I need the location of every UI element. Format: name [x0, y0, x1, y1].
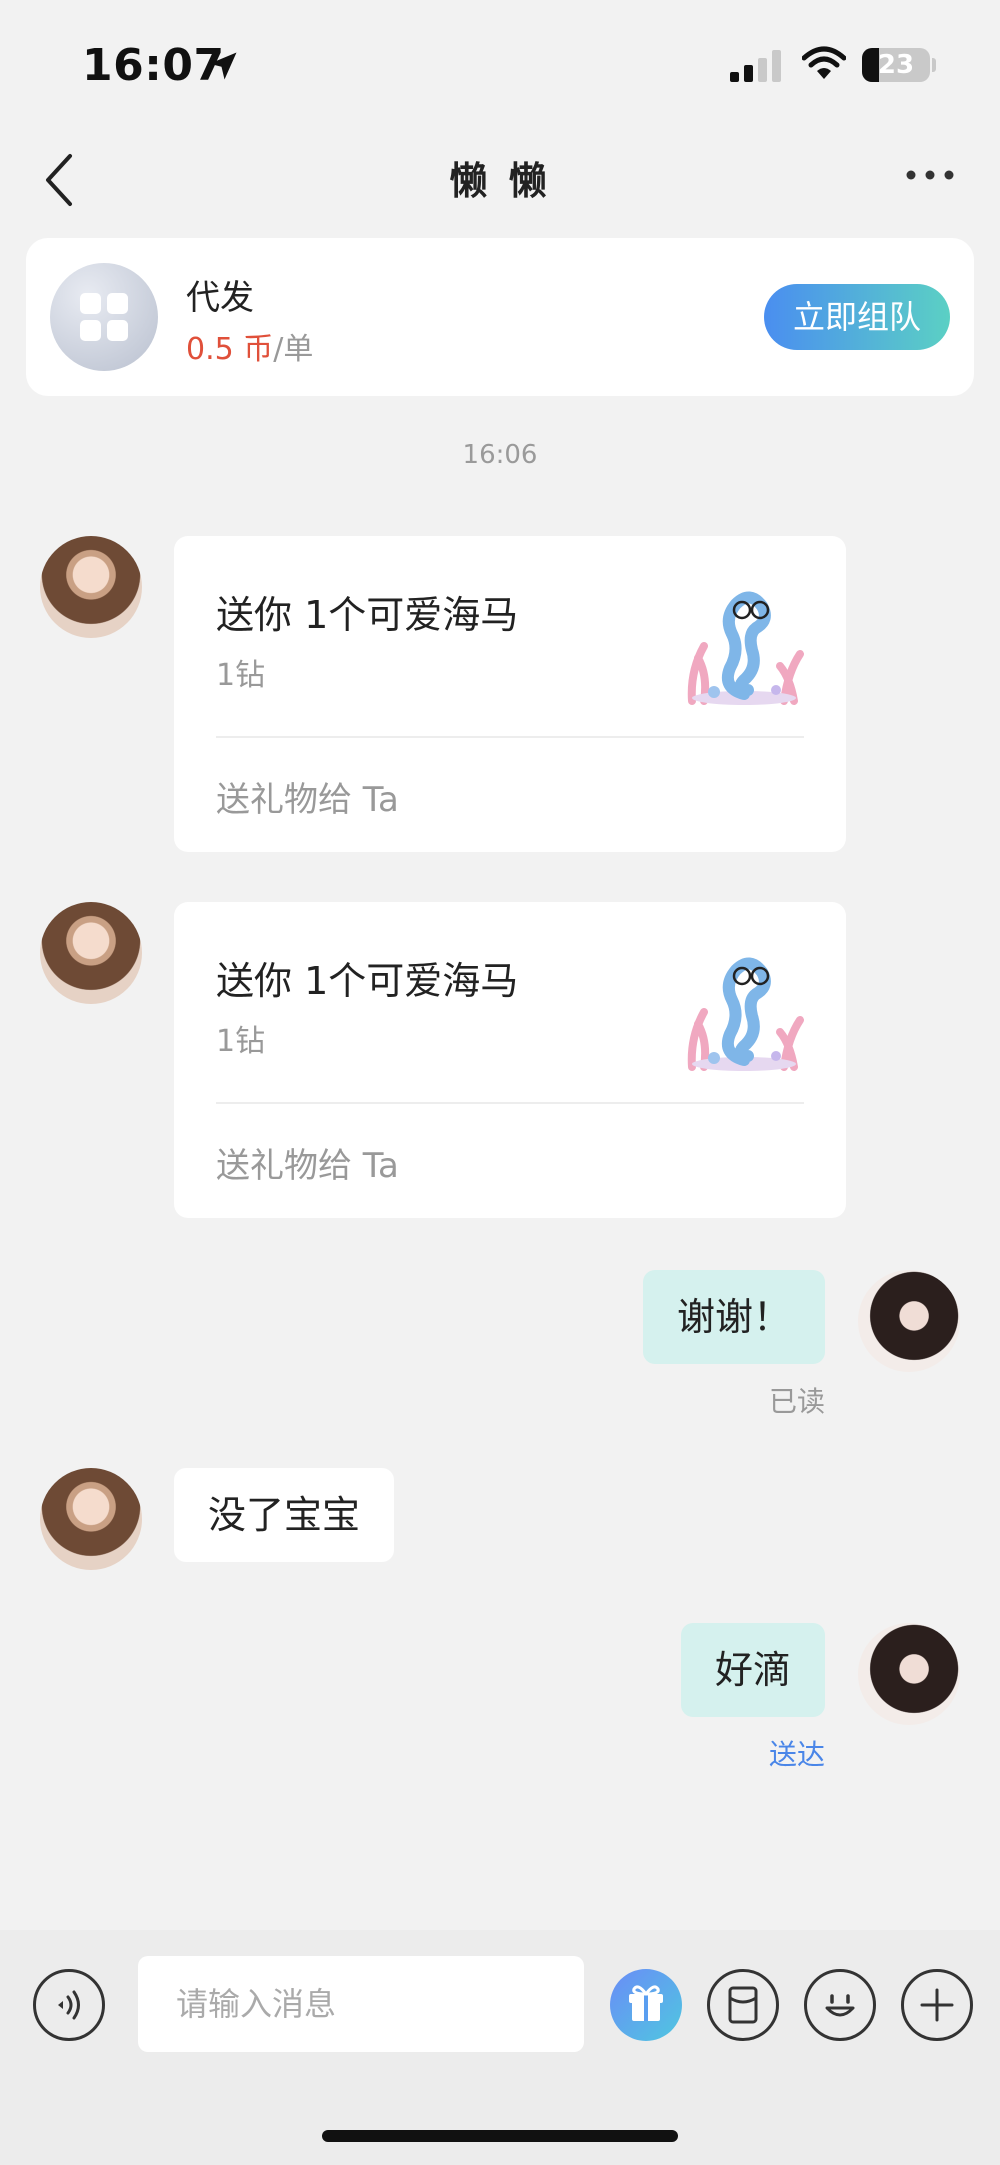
avatar[interactable]	[858, 1270, 960, 1372]
order-price-value: 0.5 币	[186, 332, 274, 367]
status-time: 16:07	[82, 40, 225, 91]
battery-level: 23	[877, 50, 915, 80]
avatar[interactable]	[858, 1623, 960, 1725]
message-input[interactable]	[138, 1956, 584, 2052]
gift-title: 送你 1个可爱海马	[216, 593, 519, 637]
my-message-bubble[interactable]: 谢谢！	[642, 1270, 825, 1364]
plus-icon[interactable]	[901, 1969, 973, 2041]
home-indicator	[322, 2130, 678, 2142]
battery-cap	[932, 58, 936, 72]
status-bar: 16:07 23	[0, 0, 1000, 130]
gift-title: 送你 1个可爱海马	[216, 959, 519, 1003]
seahorse-gift-icon	[687, 957, 804, 1071]
grid-app-icon	[50, 263, 158, 371]
divider	[216, 736, 804, 738]
avatar[interactable]	[40, 536, 142, 638]
send-gift-link[interactable]: 送礼物给 Ta	[216, 772, 399, 821]
wifi-icon	[802, 46, 846, 79]
gift-value: 1钻	[216, 658, 266, 693]
chat-title: 懒 懒	[449, 159, 551, 203]
order-card: 代发 0.5 币/单 立即组队	[26, 238, 974, 396]
location-arrow-icon	[209, 52, 237, 80]
their-message-bubble[interactable]: 没了宝宝	[174, 1468, 395, 1562]
avatar[interactable]	[40, 902, 142, 1004]
team-up-button[interactable]: 立即组队	[764, 284, 950, 350]
divider	[216, 1102, 804, 1104]
message-timestamp: 16:06	[462, 440, 538, 470]
order-price-unit: /单	[273, 332, 314, 367]
delivered-receipt: 送达	[768, 1738, 825, 1771]
gift-icon[interactable]	[610, 1969, 682, 2041]
signal-icon	[730, 50, 781, 82]
send-gift-link[interactable]: 送礼物给 Ta	[216, 1138, 399, 1187]
battery-icon: 23	[862, 48, 930, 82]
voice-icon[interactable]	[33, 1969, 105, 2041]
more-dots-icon[interactable]	[905, 160, 955, 190]
seahorse-gift-icon	[687, 591, 804, 705]
avatar[interactable]	[40, 1468, 142, 1570]
gift-value: 1钻	[216, 1024, 266, 1059]
gift-message-card[interactable]: 送你 1个可爱海马 1钻 送礼物给 Ta	[174, 902, 846, 1218]
emoji-icon[interactable]	[804, 1969, 876, 2041]
read-receipt: 已读	[768, 1385, 825, 1418]
order-price: 0.5 币/单	[186, 324, 313, 368]
red-packet-icon[interactable]	[707, 1969, 779, 2041]
my-message-bubble[interactable]: 好滴	[680, 1623, 825, 1717]
order-name: 代发	[186, 278, 254, 318]
gift-message-card[interactable]: 送你 1个可爱海马 1钻 送礼物给 Ta	[174, 536, 846, 852]
